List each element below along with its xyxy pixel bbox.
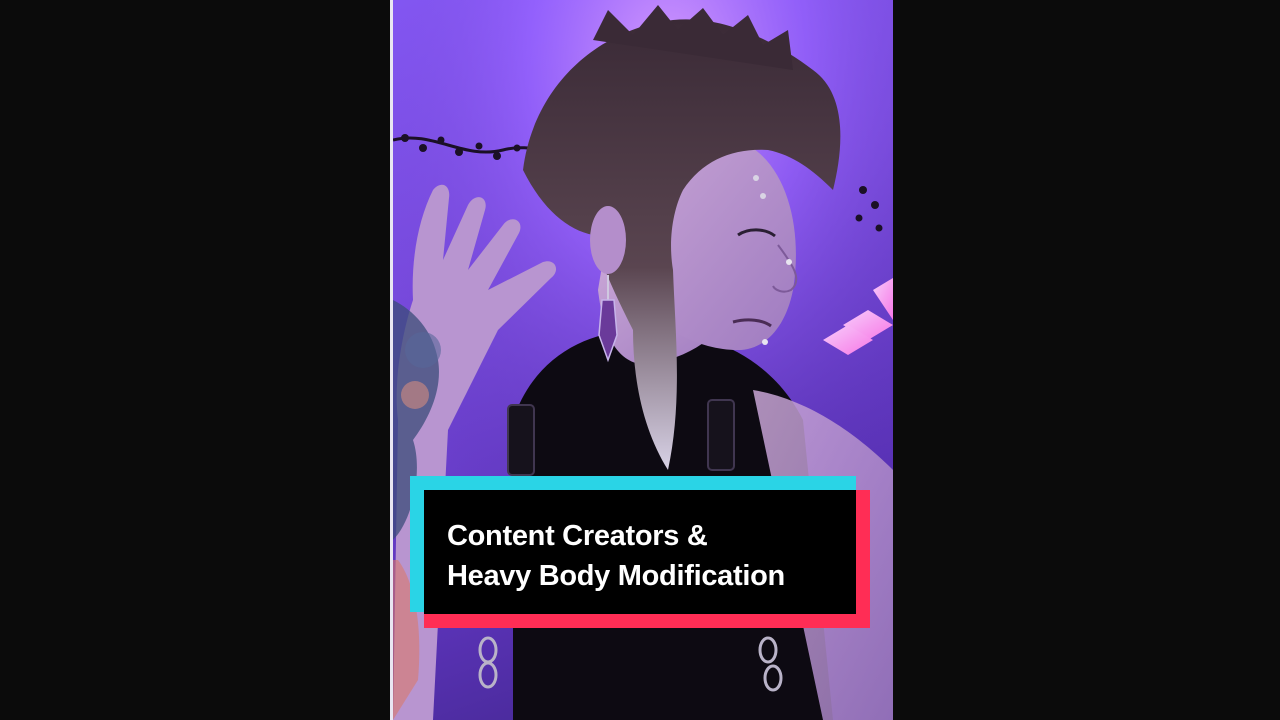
caption-title-line-1: Content Creators & bbox=[447, 520, 708, 552]
caption-box: Content Creators & Heavy Body Modificati… bbox=[424, 490, 856, 614]
caption-title-line-2: Heavy Body Modification bbox=[447, 560, 785, 592]
video-caption-overlay: Content Creators & Heavy Body Modificati… bbox=[410, 476, 870, 628]
video-player-stage: Content Creators & Heavy Body Modificati… bbox=[0, 0, 1280, 720]
